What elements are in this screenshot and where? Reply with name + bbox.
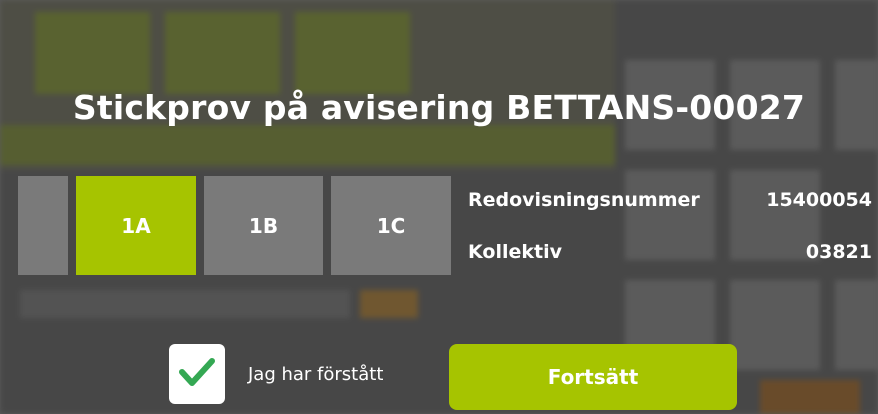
redovisningsnummer-value: 15400054 [766,189,872,211]
continue-button[interactable]: Fortsätt [449,344,737,410]
tile-1a[interactable]: 1A [76,176,196,275]
confirm-checkbox-label: Jag har förstått [248,364,384,385]
tile-1c[interactable]: 1C [331,176,451,275]
redovisningsnummer-label: Redovisningsnummer [468,189,700,211]
kollektiv-value: 03821 [805,241,872,263]
dialog-title: Stickprov på avisering BETTANS-00027 [72,88,806,127]
tile-1b[interactable]: 1B [204,176,323,275]
tile-partial[interactable] [18,176,68,275]
checkmark-icon [178,356,216,392]
confirm-checkbox[interactable] [169,344,225,404]
kollektiv-label: Kollektiv [468,241,562,263]
